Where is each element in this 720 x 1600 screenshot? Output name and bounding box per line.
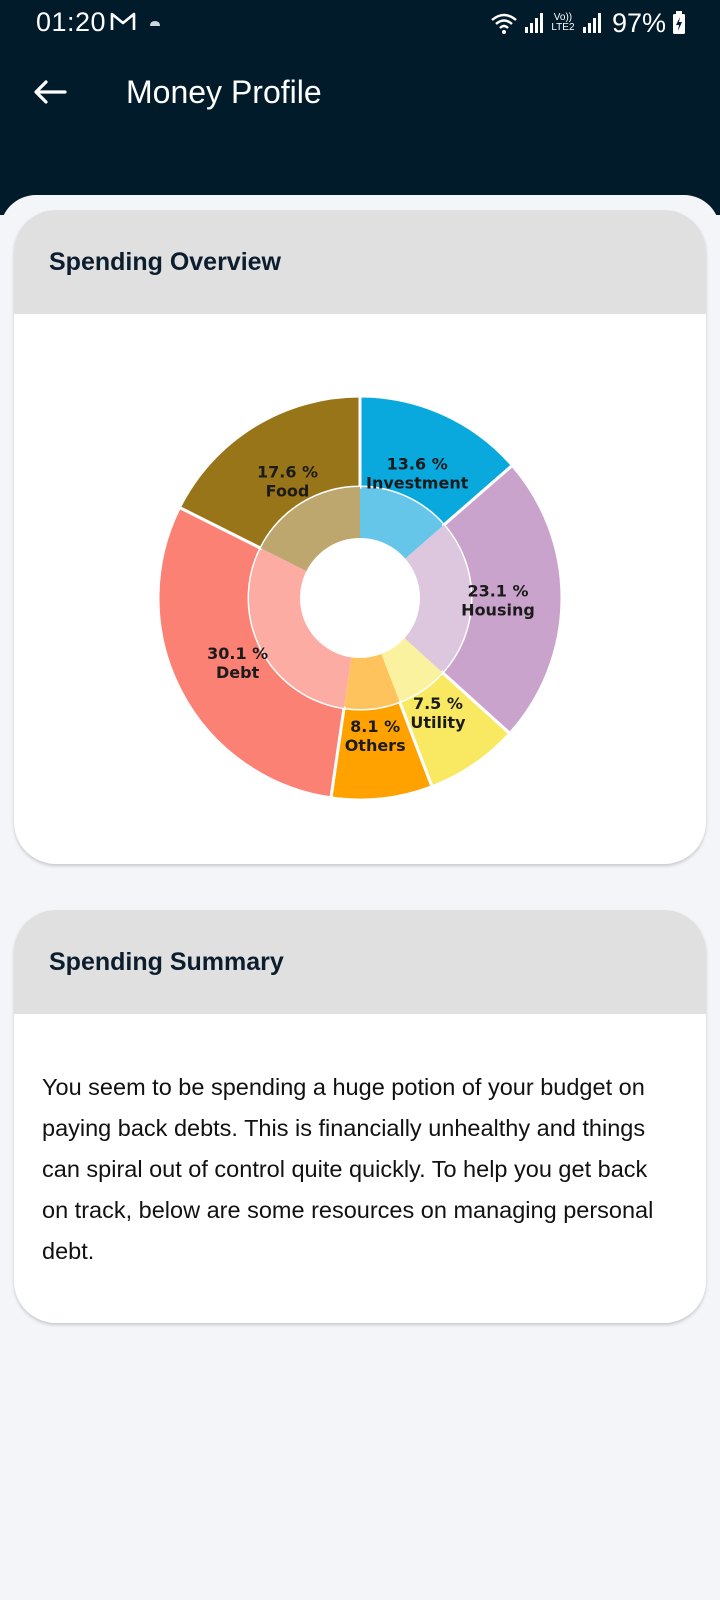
spending-summary-title: Spending Summary — [49, 947, 284, 976]
slice-category-investment: Investment — [366, 473, 469, 492]
status-icons: Vo)) LTE2 97% — [490, 6, 686, 40]
slice-label-housing: 23.1 % Housing — [461, 581, 535, 619]
battery-charging-icon — [673, 11, 685, 34]
spending-overview-title: Spending Overview — [49, 247, 282, 276]
spending-summary-header: Spending Summary — [14, 910, 706, 1014]
slice-category-others: Others — [345, 736, 406, 755]
spending-donut-chart[interactable]: 13.6 % Investment 23.1 % Housing 7.5 % Utilit… — [14, 314, 706, 864]
slice-category-housing: Housing — [461, 600, 535, 619]
slice-label-utility: 7.5 % Utility — [410, 694, 466, 732]
slice-value-others: 8.1 % — [350, 717, 400, 736]
slice-value-debt: 30.1 % — [207, 644, 268, 663]
arrow-left-icon — [34, 80, 67, 104]
back-button[interactable] — [28, 70, 72, 114]
slice-label-debt: 30.1 % Debt — [207, 644, 268, 682]
spending-overview-header: Spending Overview — [14, 210, 706, 314]
status-time: 01:20 — [36, 7, 107, 37]
cloud-icon — [150, 21, 160, 26]
spending-summary-text: You seem to be spending a huge potion of… — [42, 1074, 654, 1264]
slice-category-utility: Utility — [410, 713, 466, 732]
signal-icon-2 — [582, 13, 601, 33]
slice-label-others: 8.1 % Others — [345, 717, 406, 755]
gmail-icon — [110, 12, 136, 30]
spending-summary-card: Spending Summary You seem to be spending… — [14, 910, 706, 1323]
spending-overview-card: Spending Overview 13.6 % Investment 23.1 %… — [14, 210, 706, 864]
slice-label-food: 17.6 % Food — [257, 463, 318, 501]
top-app-bar: 01:20 Vo)) LTE2 97% Money Profile — [0, 0, 720, 215]
slice-value-utility: 7.5 % — [413, 694, 463, 713]
slice-category-debt: Debt — [216, 663, 260, 682]
signal-icon — [524, 13, 543, 33]
page-title: Money Profile — [126, 74, 322, 110]
slice-value-food: 17.6 % — [257, 463, 318, 482]
wifi-icon — [491, 13, 517, 34]
status-bar: 01:20 Vo)) LTE2 97% — [0, 0, 720, 46]
slice-value-investment: 13.6 % — [387, 454, 448, 473]
slice-value-housing: 23.1 % — [467, 581, 528, 600]
slice-category-food: Food — [266, 482, 310, 501]
network-type-label: Vo)) LTE2 — [551, 12, 575, 33]
battery-percent: 97% — [611, 7, 666, 38]
